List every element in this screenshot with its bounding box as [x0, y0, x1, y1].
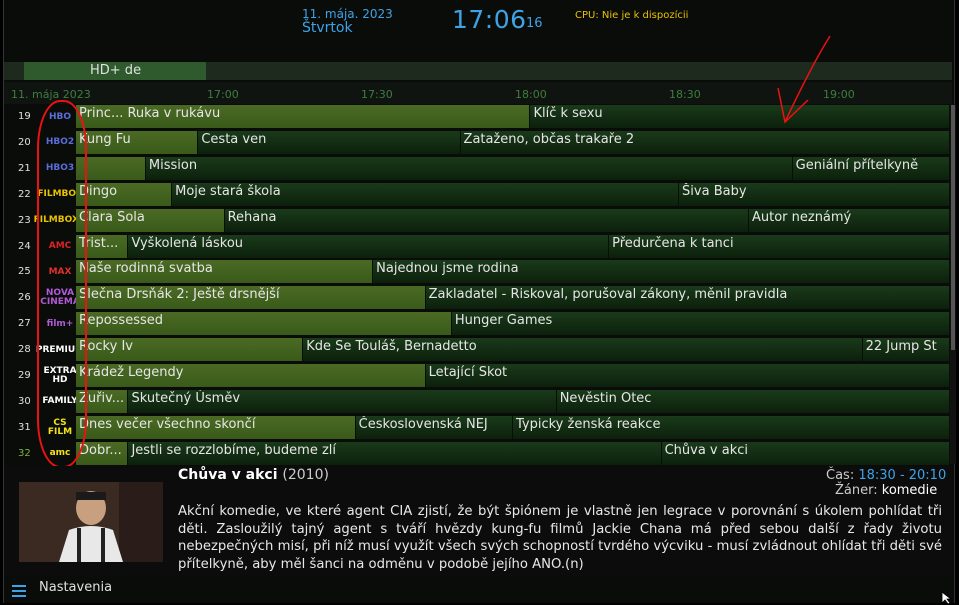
program-cell[interactable]: Vyškolená láskou	[128, 234, 610, 258]
program-cell[interactable]: Moje stará škola	[172, 182, 680, 206]
channel-number: 27	[18, 318, 31, 330]
program-description: Akční komedie, ve které agent CIA zjistí…	[178, 504, 942, 572]
channel-number: 29	[18, 370, 31, 381]
genre-label: Žáner:	[835, 483, 878, 498]
channel-row: 32 amc Dobr... Jestli se rozzlobíme, budeme…	[4, 441, 952, 466]
program-genre: Žáner: komedie	[835, 483, 937, 498]
channel-number: 21	[18, 162, 31, 174]
channel-number: 19	[18, 111, 31, 122]
program-cell[interactable]: Princ... Ruka v rukávu	[76, 105, 531, 128]
program-cell[interactable]: Rocky Iv	[76, 338, 304, 362]
cpu-status: CPU: Nie je k dispozícii	[575, 10, 689, 21]
channel-number: 26	[18, 292, 31, 304]
program-thumbnail	[19, 482, 163, 562]
channel-row: 31 CS FILM Dnes večer všechno skončí Českos…	[4, 415, 952, 440]
program-cell[interactable]: Šiva Baby	[679, 182, 950, 206]
time-value: 18:30 - 20:10	[858, 468, 947, 483]
timeline-tick: 18:30	[669, 88, 701, 101]
program-cell[interactable]: Naše rodinná svatba	[76, 260, 374, 284]
channel-row: 20 HBO2 Kung Fu Cesta ven Zataženo, občas tr…	[4, 130, 952, 155]
program-time: Čas: 18:30 - 20:10	[826, 468, 946, 483]
channel-row: 27 film+ Repossessed Hunger Games	[4, 311, 952, 336]
program-cell[interactable]: Autor neznámý	[748, 208, 950, 232]
program-cell[interactable]: Klíč k sexu	[530, 105, 950, 128]
program-cell[interactable]: Letající Skot	[425, 364, 950, 387]
channel-number: 30	[18, 395, 31, 407]
annotation-arrow-icon	[777, 35, 831, 124]
timeline-date: 11. mája 2023	[11, 88, 91, 101]
program-cell[interactable]: Slečna Drsňák 2: Ještě drsnější	[76, 286, 426, 310]
program-cell[interactable]: Dingo	[76, 182, 173, 206]
program-cell[interactable]: Nevěstin Otec	[556, 389, 950, 413]
channel-row: 25 MAX Naše rodinná svatba Najednou jsme ro…	[4, 259, 952, 284]
channel-number: 32	[18, 447, 31, 459]
timeline-tick: 17:30	[361, 88, 393, 101]
channel-number: 20	[18, 136, 31, 148]
program-cell[interactable]: Krádež Legendy	[76, 364, 426, 387]
channel-number: 31	[18, 421, 31, 433]
channel-number: 24	[18, 240, 31, 252]
program-title-text: Chůva v akci	[178, 467, 278, 483]
channel-row: 21 HBO3 Mission Geniální přítelkyně	[4, 156, 952, 181]
program-cell[interactable]: 22 Jump St	[862, 338, 950, 362]
scrollbar-thumb[interactable]	[951, 105, 955, 350]
program-cell[interactable]: Cesta ven	[198, 130, 461, 154]
program-cell[interactable]: Dobr...	[76, 441, 129, 465]
program-year: (2010)	[282, 467, 329, 483]
program-cell[interactable]: Rehana	[224, 208, 749, 232]
program-cell[interactable]: Geniální přítelkyně	[792, 156, 950, 180]
program-cell[interactable]: Repossessed	[76, 312, 452, 336]
program-cell[interactable]: Mission	[145, 156, 793, 180]
timeline-tick: 18:00	[515, 88, 547, 101]
hamburger-icon[interactable]	[12, 585, 26, 600]
channel-row: 28 PREMIUM Rocky Iv Kde Se Touláš, Bernadet…	[4, 337, 952, 362]
program-cell[interactable]: Zakladatel - Riskoval, porušoval zákony,…	[425, 286, 950, 310]
program-cell[interactable]: Najednou jsme rodina	[373, 260, 950, 284]
channel-row: 26 NOVA CINEMA Slečna Drsňák 2: Ještě drsn…	[4, 285, 952, 310]
program-cell[interactable]: Clara Sola	[76, 208, 225, 232]
genre-value: komedie	[881, 483, 938, 498]
channel-row: 22 FILMBOX Dingo Moje stará škola Šiva Baby	[4, 182, 952, 207]
time-label: Čas:	[826, 468, 855, 483]
channel-group-name[interactable]: HD+ de	[90, 63, 141, 78]
channel-row: 29 EXTRA HD Krádež Legendy Letající Skot	[4, 363, 952, 388]
channel-row: 23 FILMBOX+ Clara Sola Rehana Autor neznámý	[4, 208, 952, 233]
program-cell[interactable]: Skutečný Úsměv	[128, 389, 557, 413]
program-cell[interactable]: Dnes večer všechno skončí	[76, 415, 356, 439]
channel-number: 25	[18, 266, 31, 278]
header-clock-seconds: 16	[526, 16, 543, 31]
header-clock: 17:06	[452, 5, 527, 34]
program-cell[interactable]: Československá NEJ	[355, 415, 513, 439]
timeline-tick: 17:00	[207, 88, 239, 101]
program-cell[interactable]: Hunger Games	[451, 312, 950, 336]
program-cell[interactable]: Předurčena k tanci	[609, 234, 950, 258]
program-cell[interactable]: Zataženo, občas trakaře 2	[460, 130, 950, 154]
channel-number: 22	[18, 188, 31, 200]
program-cell[interactable]: Kde Se Touláš, Bernadetto	[303, 338, 863, 362]
program-cell[interactable]: Jestli se rozzlobíme, budeme zlí	[128, 441, 662, 465]
program-cell[interactable]: Kung Fu	[76, 130, 199, 154]
channel-row: 30 FAMILY Zuřiv... Skutečný Úsměv Nevěstin O…	[4, 389, 952, 414]
annotation-ellipse	[37, 100, 87, 468]
channel-row: 24 AMC Trist... Vyškolená láskou Předurčena …	[4, 234, 952, 259]
header-date: 11. mája. 2023	[302, 7, 393, 21]
program-cell[interactable]: Chůva v akci	[661, 441, 950, 465]
header-day: Štvrtok	[302, 20, 353, 36]
program-cell[interactable]: Typicky ženská reakce	[513, 415, 950, 439]
program-title: Chůva v akci (2010)	[178, 467, 329, 483]
settings-menu-button[interactable]: Nastavenia	[39, 580, 112, 595]
